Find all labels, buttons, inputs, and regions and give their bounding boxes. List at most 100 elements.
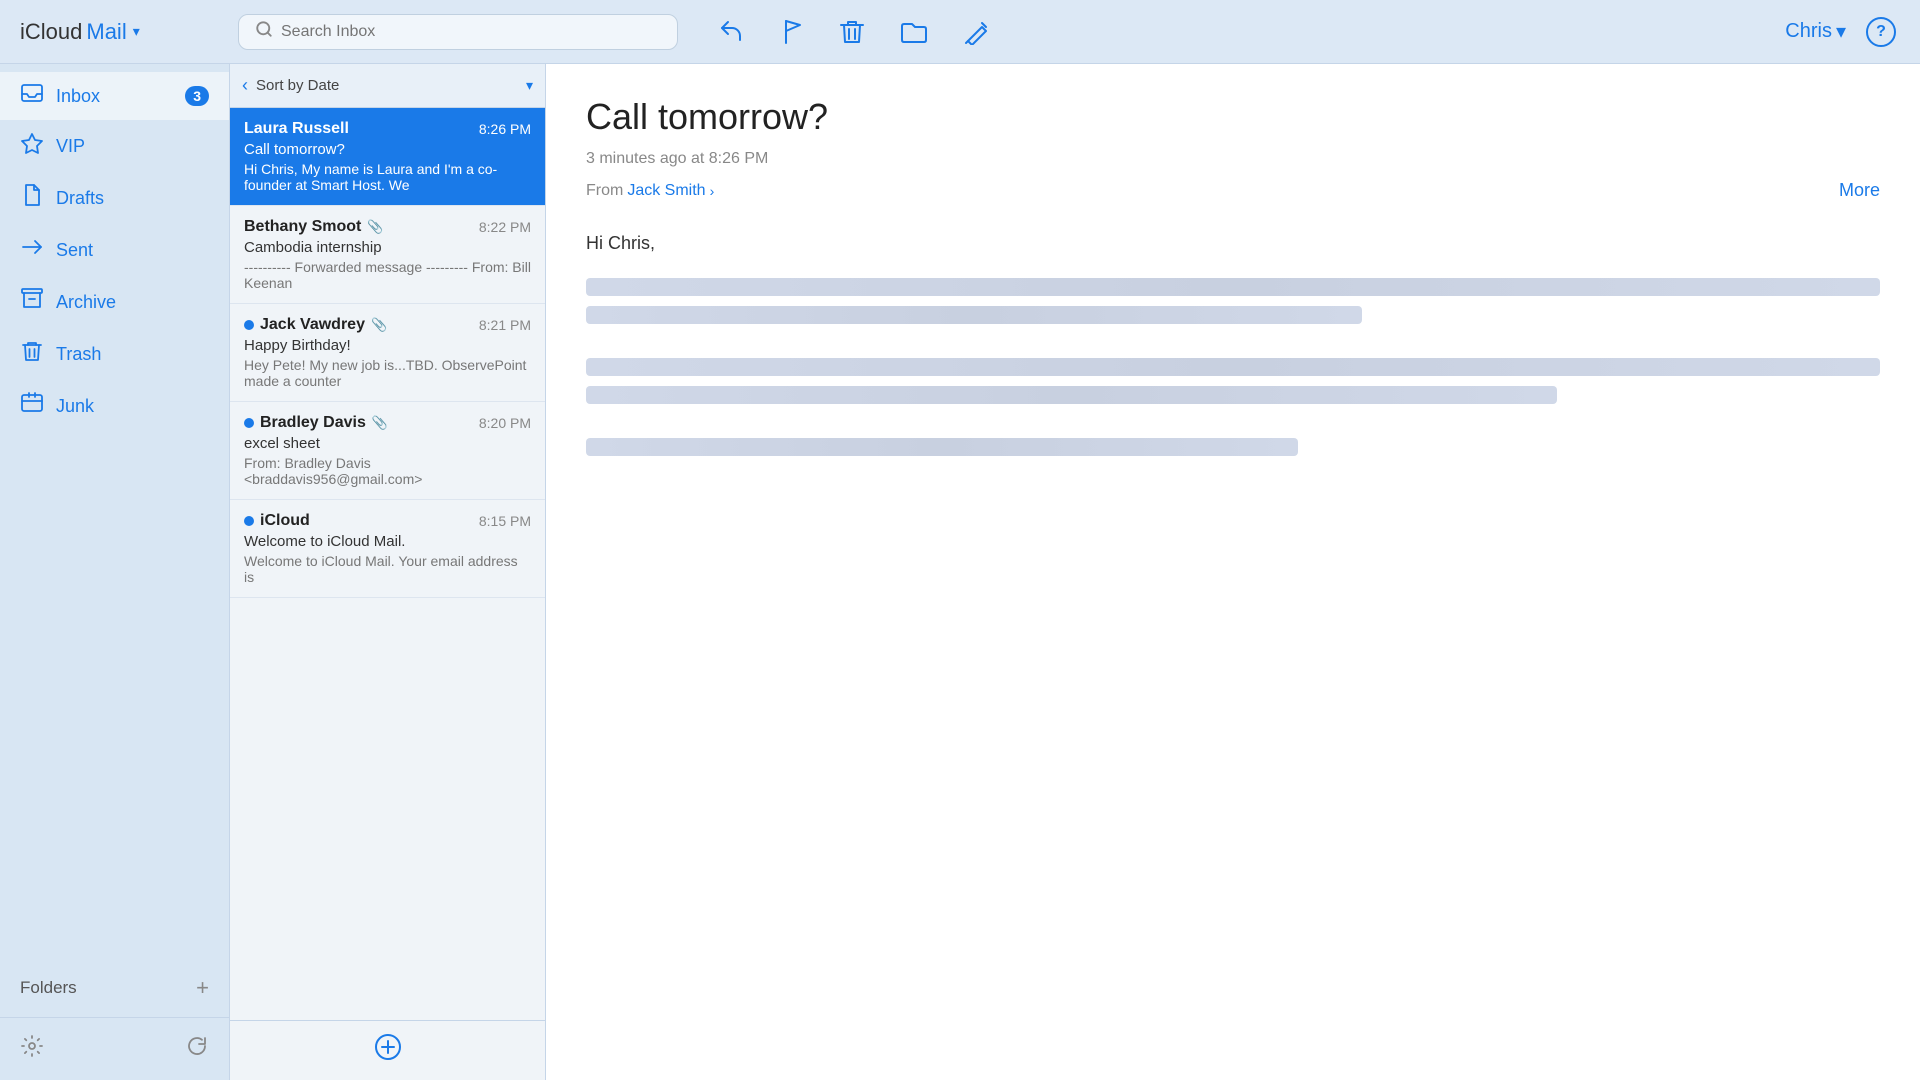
sent-label: Sent — [56, 240, 209, 261]
app-title-icloud: iCloud — [20, 19, 82, 45]
sort-label: Sort by Date — [256, 77, 526, 94]
trash-icon — [20, 340, 44, 368]
inbox-icon — [20, 84, 44, 108]
email-time-2: 8:22 PM — [479, 219, 531, 235]
top-bar: iCloud Mail ▾ — [0, 0, 1920, 64]
email-list-panel: ‹ Sort by Date ▾ Laura Russell 8:26 PM C… — [230, 64, 546, 1080]
from-name[interactable]: Jack Smith — [627, 182, 705, 200]
user-dropdown-arrow: ▾ — [1836, 19, 1846, 44]
unread-dot-4 — [244, 418, 254, 428]
email-detail-subject: Call tomorrow? — [586, 96, 1880, 138]
archive-label: Archive — [56, 292, 209, 313]
email-time-5: 8:15 PM — [479, 513, 531, 529]
from-arrow-icon: › — [710, 183, 715, 199]
sender-name-4: Bradley Davis — [260, 414, 366, 432]
email-preview-5: Welcome to iCloud Mail. Your email addre… — [244, 553, 531, 585]
email-preview-2: ---------- Forwarded message --------- F… — [244, 259, 531, 291]
email-item-2[interactable]: Bethany Smoot 📎 8:22 PM Cambodia interns… — [230, 206, 545, 304]
email-subject-1: Call tomorrow? — [244, 141, 531, 158]
email-detail-meta: 3 minutes ago at 8:26 PM — [586, 150, 1880, 168]
sidebar-item-vip[interactable]: VIP — [0, 120, 229, 172]
blurred-line-5 — [586, 438, 1298, 456]
search-icon — [255, 20, 273, 43]
email-preview-1: Hi Chris, My name is Laura and I'm a co-… — [244, 161, 531, 193]
attachment-icon-3: 📎 — [371, 317, 387, 333]
compose-bottom-button[interactable] — [374, 1033, 402, 1068]
blurred-line-3 — [586, 358, 1880, 376]
unread-dot-3 — [244, 320, 254, 330]
sidebar-item-inbox[interactable]: Inbox 3 — [0, 72, 229, 120]
trash-button[interactable] — [840, 19, 864, 45]
blurred-paragraph-2 — [586, 358, 1880, 414]
add-folder-button[interactable]: + — [196, 975, 209, 1001]
inbox-badge: 3 — [185, 86, 209, 106]
email-time-4: 8:20 PM — [479, 415, 531, 431]
blurred-line-1 — [586, 278, 1880, 296]
app-title[interactable]: iCloud Mail ▾ — [0, 19, 230, 45]
email-subject-3: Happy Birthday! — [244, 337, 531, 354]
folder-button[interactable] — [900, 20, 928, 44]
email-preview-4: From: Bradley Davis <braddavis956@gmail.… — [244, 455, 531, 487]
archive-icon — [20, 288, 44, 316]
search-bar — [238, 14, 678, 50]
email-subject-4: excel sheet — [244, 435, 531, 452]
trash-label: Trash — [56, 344, 209, 365]
email-list-bottom — [230, 1020, 545, 1080]
folders-label: Folders — [20, 978, 77, 998]
from-label: From — [586, 182, 623, 200]
vip-icon — [20, 132, 44, 160]
help-button[interactable]: ? — [1866, 17, 1896, 47]
email-greeting: Hi Chris, — [586, 233, 1880, 254]
sidebar: Inbox 3 VIP D — [0, 64, 230, 1080]
sender-name-3: Jack Vawdrey — [260, 316, 365, 334]
sort-arrow[interactable]: ▾ — [526, 77, 533, 94]
sender-name-1: Laura Russell — [244, 120, 349, 138]
email-item-1[interactable]: Laura Russell 8:26 PM Call tomorrow? Hi … — [230, 108, 545, 206]
email-detail: Call tomorrow? 3 minutes ago at 8:26 PM … — [546, 64, 1920, 1080]
blurred-paragraph-3 — [586, 438, 1880, 466]
sender-name-2: Bethany Smoot — [244, 218, 361, 236]
drafts-icon — [20, 184, 44, 212]
sidebar-item-junk[interactable]: Junk — [0, 380, 229, 432]
collapse-button[interactable]: ‹ — [242, 75, 248, 96]
email-from-row: From Jack Smith › More — [586, 180, 1880, 201]
more-link[interactable]: More — [1839, 180, 1880, 201]
app-title-mail: Mail — [86, 19, 126, 45]
sidebar-item-trash[interactable]: Trash — [0, 328, 229, 380]
compose-button[interactable] — [964, 19, 990, 45]
blurred-line-2 — [586, 306, 1362, 324]
reply-button[interactable] — [718, 20, 746, 44]
email-list: Laura Russell 8:26 PM Call tomorrow? Hi … — [230, 108, 545, 1020]
blurred-line-4 — [586, 386, 1557, 404]
junk-label: Junk — [56, 396, 209, 417]
unread-dot-5 — [244, 516, 254, 526]
settings-button[interactable] — [20, 1034, 44, 1064]
sidebar-item-drafts[interactable]: Drafts — [0, 172, 229, 224]
sidebar-item-sent[interactable]: Sent — [0, 224, 229, 276]
email-time-1: 8:26 PM — [479, 121, 531, 137]
email-subject-2: Cambodia internship — [244, 239, 531, 256]
sidebar-item-archive[interactable]: Archive — [0, 276, 229, 328]
email-time-3: 8:21 PM — [479, 317, 531, 333]
inbox-label: Inbox — [56, 86, 173, 107]
vip-label: VIP — [56, 136, 209, 157]
user-name[interactable]: Chris ▾ — [1785, 19, 1846, 44]
sent-icon — [20, 236, 44, 264]
search-input[interactable] — [281, 23, 661, 41]
attachment-icon-4: 📎 — [372, 415, 388, 431]
flag-button[interactable] — [782, 19, 804, 45]
email-item-5[interactable]: iCloud 8:15 PM Welcome to iCloud Mail. W… — [230, 500, 545, 598]
email-preview-3: Hey Pete! My new job is...TBD. ObservePo… — [244, 357, 531, 389]
sidebar-bottom — [0, 1017, 229, 1080]
email-list-header: ‹ Sort by Date ▾ — [230, 64, 545, 108]
from-info: From Jack Smith › — [586, 182, 714, 200]
user-area: Chris ▾ ? — [1785, 17, 1920, 47]
email-item-4[interactable]: Bradley Davis 📎 8:20 PM excel sheet From… — [230, 402, 545, 500]
sidebar-nav: Inbox 3 VIP D — [0, 64, 229, 967]
refresh-button[interactable] — [185, 1034, 209, 1064]
sender-name-5: iCloud — [260, 512, 310, 530]
email-item-3[interactable]: Jack Vawdrey 📎 8:21 PM Happy Birthday! H… — [230, 304, 545, 402]
email-subject-5: Welcome to iCloud Mail. — [244, 533, 531, 550]
toolbar-actions — [678, 19, 1785, 45]
app-dropdown-arrow[interactable]: ▾ — [133, 23, 140, 40]
